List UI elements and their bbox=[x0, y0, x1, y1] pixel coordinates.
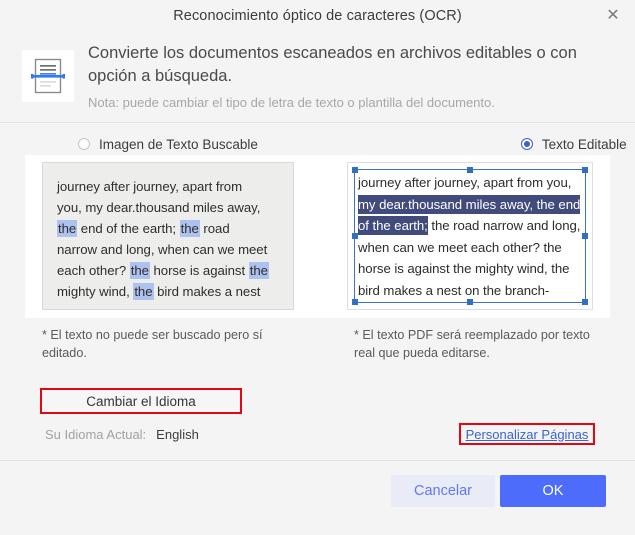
preview-left-line2: you, my dear.thousand miles away, bbox=[57, 200, 261, 215]
preview-left-text: journey after journey, apart from you, m… bbox=[57, 176, 280, 302]
preview-searchable-image: journey after journey, apart from you, m… bbox=[42, 162, 294, 310]
cancel-button[interactable]: Cancelar bbox=[391, 475, 495, 507]
header-text-block: Convierte los documentos escaneados en a… bbox=[88, 40, 608, 110]
preview-right-part1: journey after journey, apart from you, bbox=[358, 175, 572, 190]
preview-panel: journey after journey, apart from you, m… bbox=[25, 155, 610, 318]
preview-left-highlight-4: the bbox=[248, 262, 269, 279]
preview-right-text: journey after journey, apart from you, m… bbox=[358, 172, 584, 301]
dialog-footer: Cancelar OK bbox=[0, 460, 635, 535]
radio-unchecked-icon[interactable] bbox=[78, 138, 90, 151]
caption-searchable: * El texto no puede ser buscado pero sí … bbox=[42, 328, 263, 360]
current-language-value: English bbox=[156, 427, 199, 442]
radio-searchable-label: Imagen de Texto Buscable bbox=[99, 136, 258, 152]
dialog-titlebar: Reconocimiento óptico de caracteres (OCR… bbox=[0, 0, 635, 32]
preview-left-line3-end: road bbox=[199, 221, 230, 236]
customize-pages-label: Personalizar Páginas bbox=[465, 426, 589, 442]
current-language-row: Su Idioma Actual: English bbox=[45, 427, 199, 442]
ocr-mode-options: Imagen de Texto Buscable Texto Editable bbox=[0, 123, 635, 158]
radio-checked-icon[interactable] bbox=[520, 138, 533, 151]
radio-editable-text[interactable]: Texto Editable bbox=[520, 136, 627, 152]
preview-editable-text: journey after journey, apart from you, m… bbox=[347, 162, 593, 310]
close-icon[interactable]: ✕ bbox=[601, 4, 625, 28]
customize-pages-link[interactable]: Personalizar Páginas bbox=[459, 423, 595, 445]
preview-left-line3-mid: end of the earth; bbox=[77, 221, 180, 236]
preview-left-line4: narrow and long, when can we meet bbox=[57, 242, 268, 257]
current-language-label: Su Idioma Actual: bbox=[45, 427, 147, 442]
header-description: Convierte los documentos escaneados en a… bbox=[88, 44, 577, 86]
preview-left-highlight-5: the bbox=[133, 283, 154, 300]
preview-captions: * El texto no puede ser buscado pero sí … bbox=[0, 326, 635, 372]
preview-left-highlight-1: the bbox=[57, 220, 78, 237]
radio-searchable-text-image[interactable]: Imagen de Texto Buscable bbox=[78, 137, 258, 152]
change-language-button[interactable]: Cambiar el Idioma bbox=[40, 388, 242, 414]
preview-left-highlight-2: the bbox=[179, 220, 200, 237]
preview-left-line1: journey after journey, apart from bbox=[57, 179, 243, 194]
caption-editable: * El texto PDF será reemplazado por text… bbox=[354, 328, 590, 360]
preview-left-line5-mid: horse is against bbox=[149, 263, 249, 278]
preview-left-line5-start: each other? bbox=[57, 263, 130, 278]
ok-button[interactable]: OK bbox=[500, 475, 606, 507]
dialog-title: Reconocimiento óptico de caracteres (OCR… bbox=[173, 8, 462, 24]
scanned-document-icon bbox=[22, 50, 74, 102]
dialog-header: Convierte los documentos escaneados en a… bbox=[0, 32, 635, 123]
radio-editable-label: Texto Editable bbox=[541, 136, 627, 152]
preview-left-highlight-3: the bbox=[129, 262, 150, 279]
header-note: Nota: puede cambiar el tipo de letra de … bbox=[88, 94, 495, 110]
preview-left-line6-start: mighty wind, bbox=[57, 284, 134, 299]
preview-left-line6-end: bird makes a nest bbox=[153, 284, 261, 299]
